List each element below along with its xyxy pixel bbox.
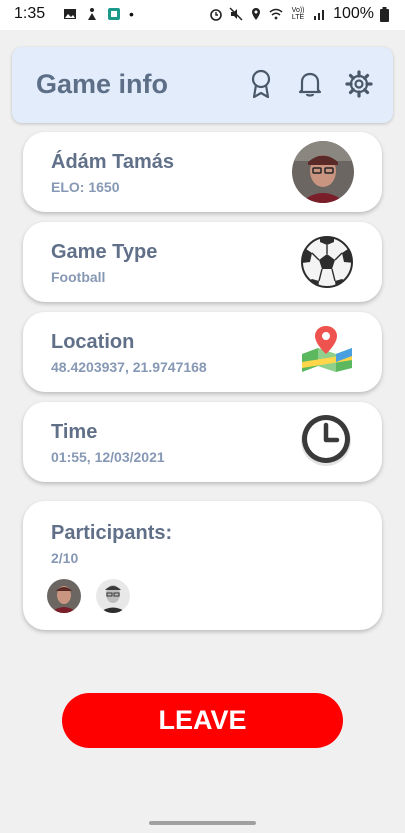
award-icon	[251, 69, 271, 99]
battery-percentage: 100%	[333, 5, 374, 22]
location-icon	[252, 8, 261, 20]
soccer-ball-icon	[301, 236, 353, 288]
clock-icon	[301, 415, 351, 466]
participant-avatar-image	[96, 579, 130, 613]
map-pin-icon	[302, 326, 352, 372]
app-notification-icon	[108, 8, 120, 20]
game-type-value: Football	[51, 269, 106, 285]
time-card[interactable]: Time 01:55, 12/03/2021	[23, 402, 382, 482]
game-type-card[interactable]: Game Type Football	[23, 222, 382, 302]
participants-title: Participants:	[51, 522, 173, 544]
network-label: Vo)) LTE	[291, 7, 305, 21]
mute-icon	[229, 7, 243, 21]
header-bar: Game info	[12, 47, 393, 123]
notifications-button[interactable]	[296, 69, 324, 99]
location-coordinates: 48.4203937, 21.9747168	[51, 359, 207, 375]
alarm-icon	[210, 9, 222, 21]
player-name: Ádám Tamás	[51, 151, 175, 173]
signal-icon	[314, 10, 325, 20]
status-bar: 1:35 • Vo)) LTE 100%	[0, 0, 405, 30]
battery-icon	[380, 6, 389, 22]
wifi-icon	[269, 8, 283, 20]
time-title: Time	[51, 421, 98, 443]
game-type-title: Game Type	[51, 241, 158, 263]
image-notification-icon	[64, 9, 76, 19]
figure-notification-icon	[88, 8, 96, 20]
participant-avatar-image	[47, 579, 81, 613]
bell-icon	[298, 72, 322, 97]
status-time: 1:35	[14, 5, 46, 22]
player-avatar	[292, 141, 354, 203]
player-elo: ELO: 1650	[51, 179, 120, 195]
gear-icon	[345, 70, 373, 98]
participants-card[interactable]: Participants: 2/10	[23, 501, 382, 630]
location-card[interactable]: Location 48.4203937, 21.9747168	[23, 312, 382, 392]
leave-button[interactable]: LEAVE	[62, 693, 343, 748]
location-title: Location	[51, 331, 135, 353]
notification-dot: •	[129, 6, 134, 22]
time-value: 01:55, 12/03/2021	[51, 449, 165, 465]
participants-count: 2/10	[51, 550, 79, 566]
page-title: Game info	[36, 69, 169, 99]
participant-avatar[interactable]	[96, 579, 130, 613]
gesture-nav-bar[interactable]	[149, 821, 256, 825]
participant-avatar[interactable]	[47, 579, 81, 613]
settings-button[interactable]	[345, 69, 373, 99]
achievements-button[interactable]	[247, 69, 275, 99]
player-card[interactable]: Ádám Tamás ELO: 1650	[23, 132, 382, 212]
